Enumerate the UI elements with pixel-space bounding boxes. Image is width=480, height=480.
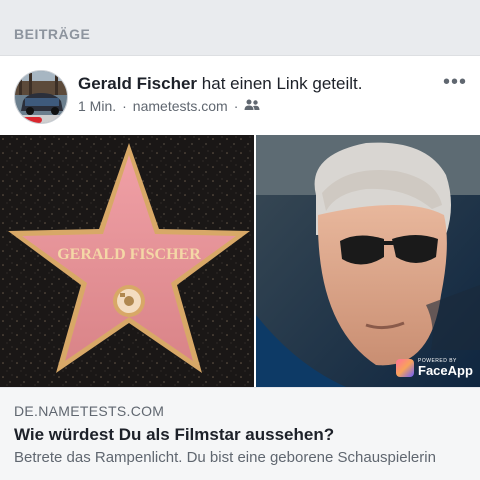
post-time[interactable]: 1 Min. <box>78 98 116 114</box>
post-meta: 1 Min. · nametests.com · <box>78 98 260 114</box>
faceapp-name: FaceApp <box>418 363 473 378</box>
avatar[interactable] <box>14 70 68 124</box>
post-image[interactable]: GERALD FISCHER <box>0 135 480 387</box>
section-title: BEITRÄGE <box>14 26 91 42</box>
author-name[interactable]: Gerald Fischer <box>78 74 197 93</box>
post-author-line: Gerald Fischer hat einen Link geteilt. <box>78 74 362 94</box>
link-domain: DE.NAMETESTS.COM <box>14 403 165 419</box>
faceapp-logo-icon <box>396 359 414 377</box>
link-title[interactable]: Wie würdest Du als Filmstar aussehen? <box>14 425 334 445</box>
link-description: Betrete das Rampenlicht. Du bist eine ge… <box>14 449 436 466</box>
star-name-text: GERALD FISCHER <box>57 246 201 263</box>
avatar-image <box>15 71 67 123</box>
post-header <box>0 57 480 135</box>
post-action-text: hat einen Link geteilt. <box>201 74 363 93</box>
friends-icon <box>244 98 260 114</box>
more-options-icon: ••• <box>442 71 467 93</box>
walk-of-fame-star-image: GERALD FISCHER <box>0 135 254 387</box>
meta-separator: · <box>122 98 127 114</box>
section-header: BEITRÄGE <box>0 0 480 56</box>
faceapp-badge: POWERED BY FaceApp <box>396 355 473 381</box>
meta-separator: · <box>233 98 239 114</box>
faceapp-portrait-image <box>256 135 480 387</box>
post-source[interactable]: nametests.com <box>133 98 228 114</box>
more-options-button[interactable]: ••• <box>440 71 470 98</box>
